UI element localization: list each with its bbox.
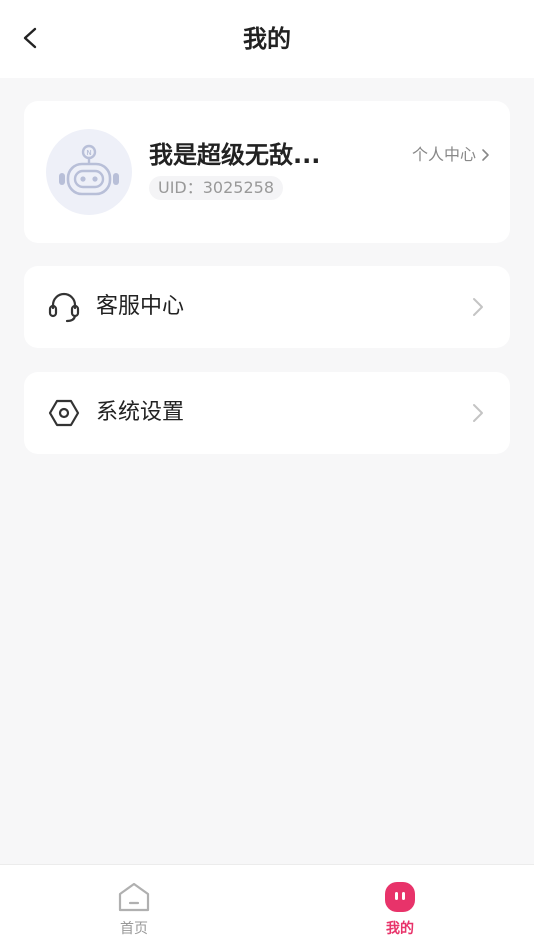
home-icon xyxy=(118,882,150,912)
svg-text:N: N xyxy=(86,150,91,157)
page-title: 我的 xyxy=(243,25,291,53)
menu-item-label: 客服中心 xyxy=(96,294,185,319)
tab-home[interactable]: 首页 xyxy=(94,879,174,943)
avatar[interactable]: N xyxy=(46,129,132,215)
personal-center-link[interactable]: 个人中心 xyxy=(412,143,490,167)
uid-badge: UID：3025258 xyxy=(149,176,284,200)
menu-item-system-settings[interactable]: 系统设置 xyxy=(24,372,510,454)
menu-item-customer-service[interactable]: 客服中心 xyxy=(24,266,510,348)
personal-center-label: 个人中心 xyxy=(411,145,476,164)
robot-avatar-icon: N xyxy=(59,144,119,196)
bottom-tab-bar: 首页 我的 xyxy=(0,864,534,950)
chevron-right-icon xyxy=(482,149,489,161)
tab-mine[interactable]: 我的 xyxy=(360,879,440,943)
settings-hexagon-icon xyxy=(47,396,81,430)
menu-item-label: 系统设置 xyxy=(96,400,185,425)
profile-card[interactable]: N 我是超级无敌... UID：3025258 个人中心 xyxy=(24,101,510,243)
chevron-right-icon xyxy=(473,298,483,316)
chevron-right-icon xyxy=(473,404,483,422)
mine-icon xyxy=(385,882,415,912)
tab-label: 我的 xyxy=(386,921,414,937)
headset-icon xyxy=(47,290,81,324)
nickname: 我是超级无敌... xyxy=(149,141,321,169)
top-bar: 我的 xyxy=(0,0,534,78)
tab-label: 首页 xyxy=(120,921,148,937)
